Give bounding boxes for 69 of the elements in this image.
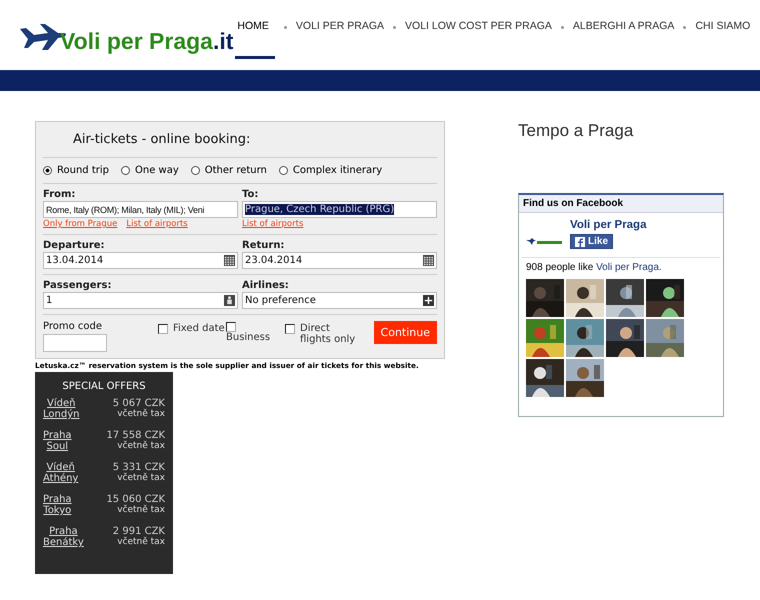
radio-icon[interactable] xyxy=(278,166,288,175)
radio-icon[interactable] xyxy=(43,166,52,175)
checkbox-option[interactable]: Business xyxy=(226,321,281,343)
input-field[interactable]: Prague, Czech Republic (PRG) xyxy=(242,201,437,218)
calendar-icon[interactable] xyxy=(423,255,434,266)
offer-price: 5 067 CZK xyxy=(112,398,165,409)
offer-price: 15 060 CZK xyxy=(106,494,165,505)
field-label: Departure: xyxy=(43,240,106,251)
tax-note: včetně tax xyxy=(117,473,165,483)
radio-icon[interactable] xyxy=(190,166,200,175)
offer-link[interactable]: Praha xyxy=(43,494,72,505)
checkbox-option[interactable]: Direct flights only xyxy=(285,323,363,345)
offer-link[interactable]: Tokyo xyxy=(43,505,72,516)
offer-link[interactable]: Benátky xyxy=(43,537,84,548)
tax-note: včetně tax xyxy=(117,537,165,547)
like-button[interactable]: Like xyxy=(570,234,614,249)
offer-link[interactable]: Vídeň xyxy=(47,398,76,409)
likes-text: 908 people like Voli per Praga. xyxy=(525,261,663,275)
continue-button[interactable]: Continue xyxy=(374,321,437,344)
panel-title: SPECIAL OFFERS xyxy=(61,381,147,392)
nav-link[interactable]: ALBERGHI A PRAGA xyxy=(572,18,674,59)
tax-note: včetně tax xyxy=(117,441,165,451)
offer-link[interactable]: Londýn xyxy=(43,409,80,420)
trip-type-radio[interactable]: Round trip xyxy=(43,165,109,176)
nav-link[interactable]: HOME xyxy=(235,18,275,59)
trip-type-radio[interactable]: One way xyxy=(120,165,179,176)
input-field[interactable]: 1 xyxy=(43,292,238,309)
field-label: To: xyxy=(242,189,260,200)
field-label: Airlines: xyxy=(242,280,290,291)
radio-icon[interactable] xyxy=(120,166,130,175)
logo-icon xyxy=(526,237,564,247)
input-field[interactable]: No preference xyxy=(242,292,437,309)
page-name-link[interactable]: Voli per Praga xyxy=(570,219,646,231)
offer-link[interactable]: Soul xyxy=(46,441,68,452)
tax-note: včetně tax xyxy=(117,409,165,419)
checkbox[interactable] xyxy=(158,324,168,334)
facebook-icon xyxy=(575,236,585,246)
promo-code-field[interactable] xyxy=(43,334,107,352)
field-label: From: xyxy=(43,189,76,200)
offer-price: 5 331 CZK xyxy=(112,462,165,473)
nav-link[interactable]: VOLI PER PRAGA xyxy=(296,18,384,59)
input-field[interactable]: 13.04.2014 xyxy=(43,252,238,269)
offer-link[interactable]: Praha xyxy=(49,526,78,537)
input-field[interactable]: 23.04.2014 xyxy=(242,252,437,269)
panel-title: Air-tickets - online booking: xyxy=(43,122,437,158)
calendar-icon[interactable] xyxy=(224,255,235,266)
logo-text[interactable]: Voli per Praga.it xyxy=(60,28,234,55)
trip-type-radio[interactable]: Complex itinerary xyxy=(278,165,382,176)
offer-link[interactable]: Vídeň xyxy=(46,462,75,473)
checkbox[interactable] xyxy=(285,324,295,334)
offer-link[interactable]: Athény xyxy=(43,473,78,484)
trip-type-radio[interactable]: Other return xyxy=(190,165,267,176)
tax-note: včetně tax xyxy=(117,505,165,515)
field-label: Promo code xyxy=(43,321,104,332)
input-field[interactable]: Rome, Italy (ROM); Milan, Italy (MIL); Veni xyxy=(43,201,238,218)
page-link[interactable]: Voli per Praga. xyxy=(596,262,662,273)
person-icon[interactable] xyxy=(224,295,235,306)
plus-icon[interactable] xyxy=(423,295,434,306)
section-title: Tempo a Praga xyxy=(518,121,634,141)
offer-price: 2 991 CZK xyxy=(112,526,165,537)
nav-link[interactable]: CHI SIAMO xyxy=(695,18,750,59)
field-label: Return: xyxy=(242,240,286,251)
checkbox-option[interactable]: Fixed date xyxy=(158,323,228,334)
widget-header: Find us on Facebook xyxy=(519,195,723,213)
offer-link[interactable]: Praha xyxy=(43,430,72,441)
offer-price: 17 558 CZK xyxy=(106,430,165,441)
checkbox[interactable] xyxy=(226,322,236,332)
field-label: Passengers: xyxy=(43,280,112,291)
nav-link[interactable]: VOLI LOW COST PER PRAGA xyxy=(405,18,552,59)
